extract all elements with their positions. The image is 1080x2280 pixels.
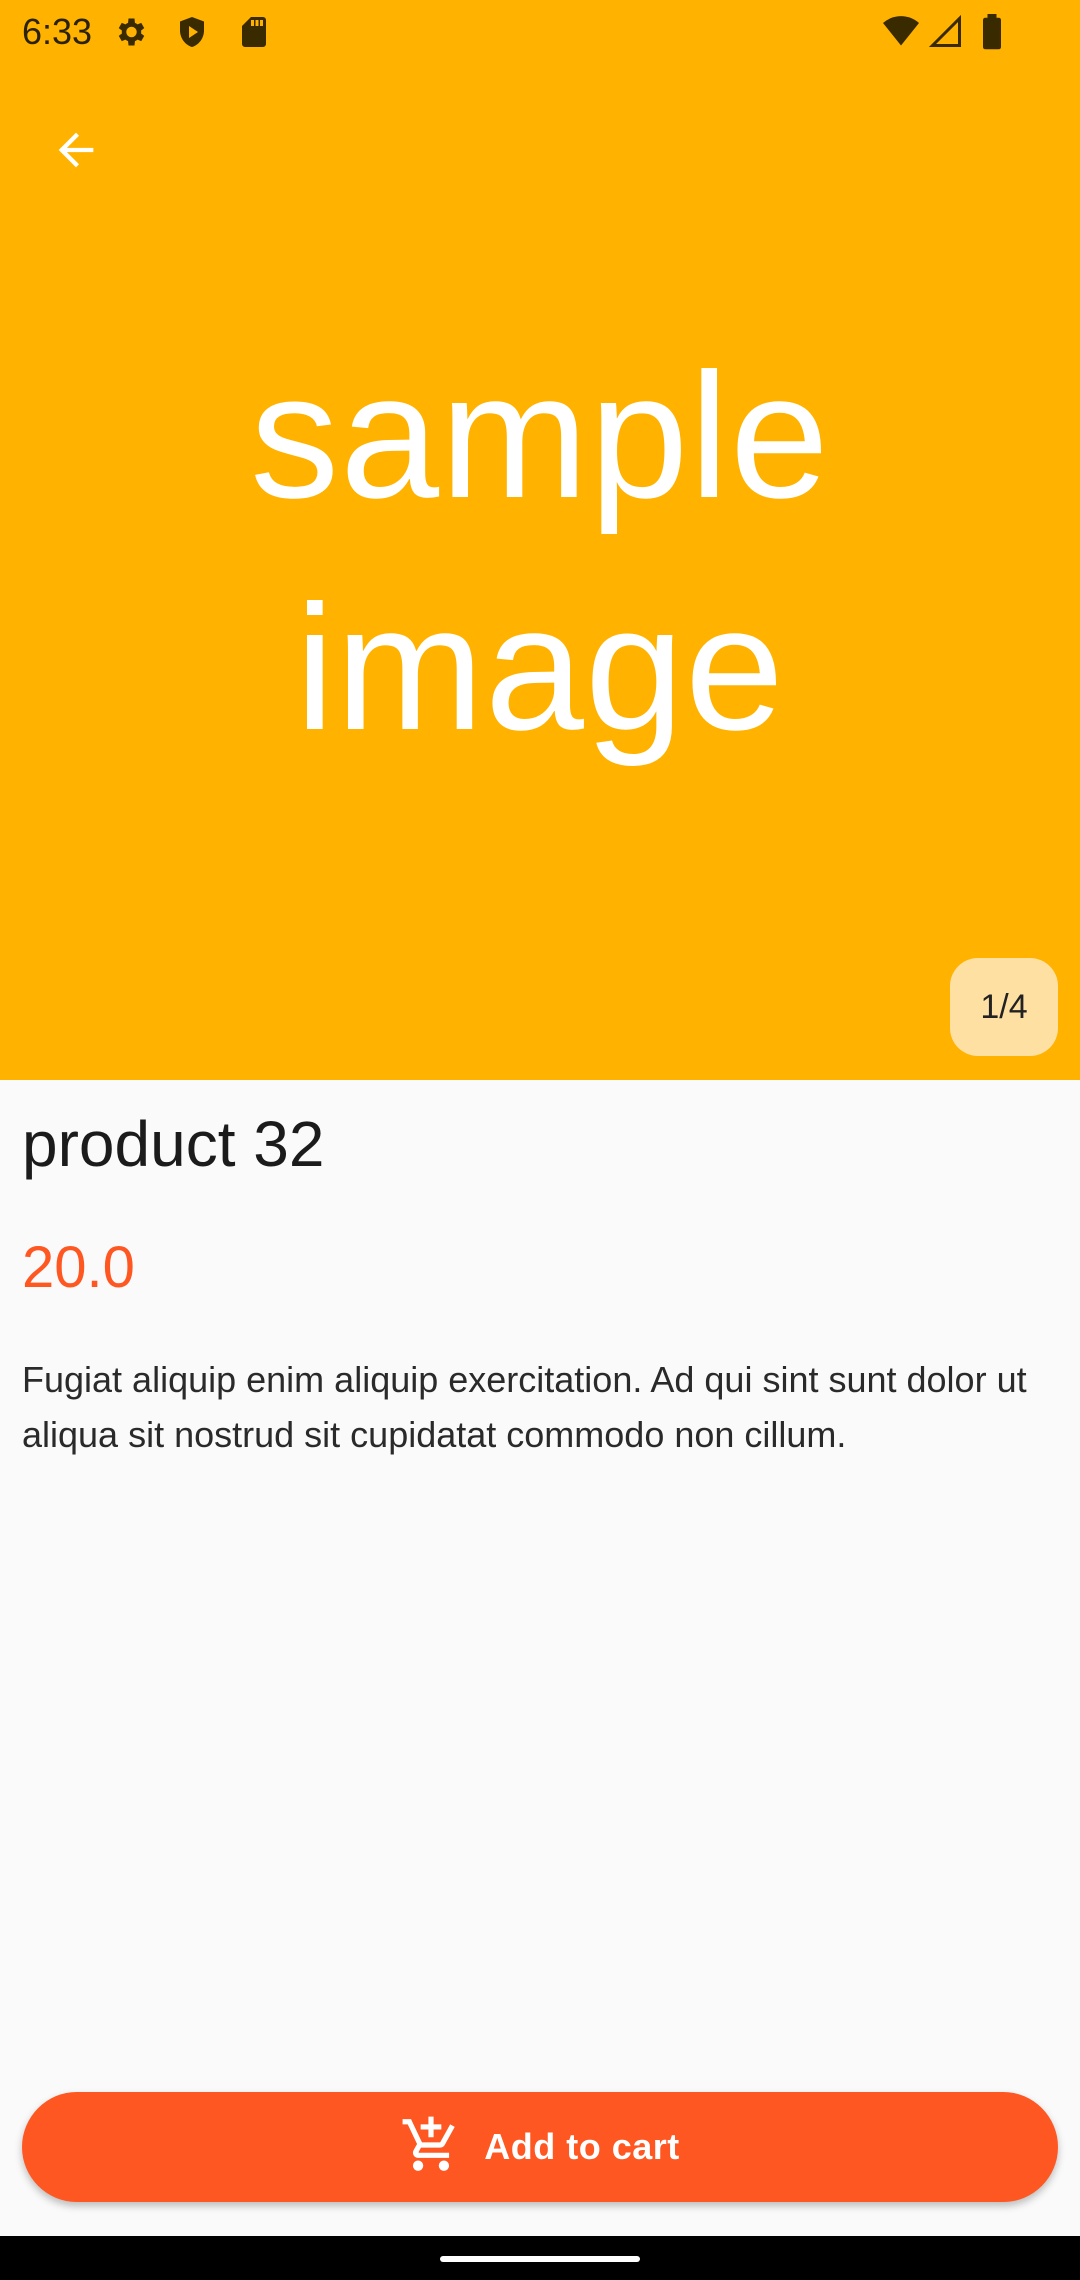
sd-card-icon [236,14,272,50]
settings-icon [112,14,148,50]
add-to-cart-label: Add to cart [484,2126,680,2167]
back-button[interactable] [36,112,116,192]
add-shopping-cart-icon [400,2114,462,2181]
image-page-indicator: 1/4 [950,958,1058,1056]
product-price: 20.0 [22,1235,135,1300]
product-image: sample image [0,320,1080,784]
product-detail-screen: sample image 1/4 6:33 product 32 20.0 Fu… [0,0,1080,2280]
add-to-cart-button[interactable]: Add to cart [22,2092,1058,2202]
wifi-icon [882,14,919,50]
battery-icon [980,14,1016,50]
system-navigation-bar [0,2236,1080,2280]
image-text-line1: sample [250,336,830,535]
status-time: 6:33 [22,11,93,52]
product-title: product 32 [22,1108,325,1180]
home-indicator[interactable] [440,2256,640,2262]
arrow-back-icon [50,124,102,181]
image-text-line2: image [295,568,785,767]
app-bar [0,64,1080,224]
status-bar: 6:33 [0,0,1080,64]
shield-play-icon [174,14,210,50]
product-description: Fugiat aliquip enim aliquip exercitation… [22,1359,1027,1455]
signal-icon [928,14,964,50]
